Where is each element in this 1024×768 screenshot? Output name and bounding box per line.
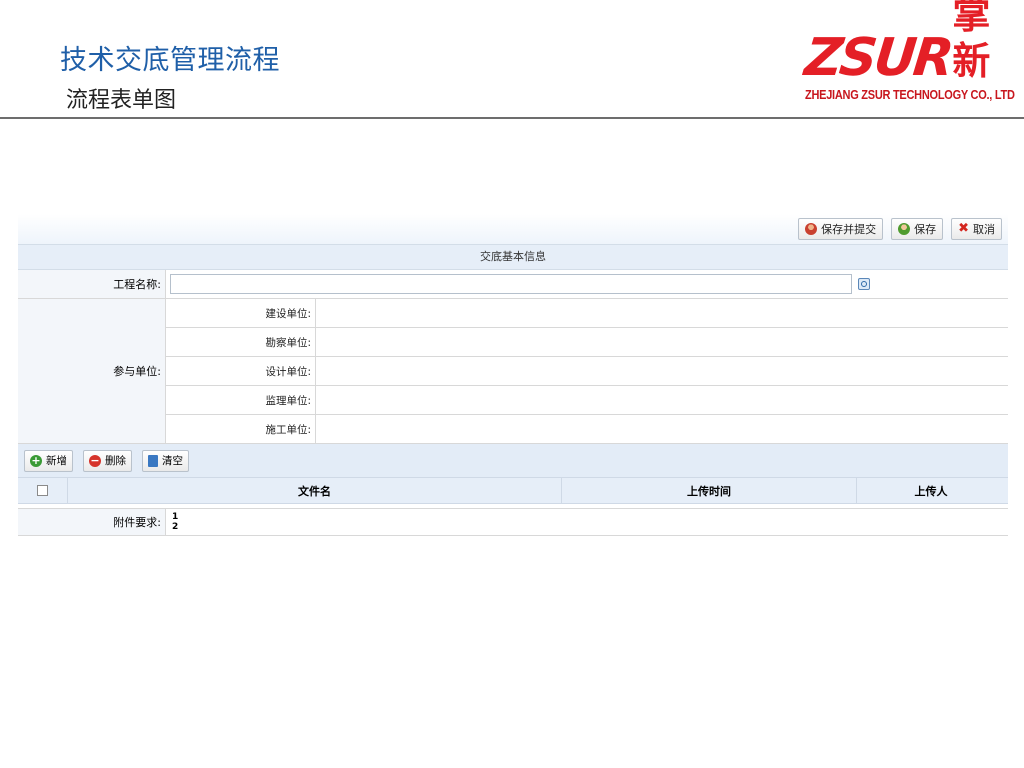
close-icon: ✖ — [958, 221, 969, 236]
participant-row: 勘察单位: — [166, 328, 1008, 357]
participant-value-field[interactable] — [316, 299, 1008, 327]
column-header-filename[interactable]: 文件名 — [68, 478, 562, 503]
attachment-requirements-list: 1 2 — [166, 509, 178, 535]
participant-label: 施工单位: — [166, 415, 316, 443]
participant-row: 施工单位: — [166, 415, 1008, 443]
logo-company-name: ZHEJIANG ZSUR TECHNOLOGY CO., LTD — [805, 88, 1015, 102]
form-panel: 保存并提交 保存 ✖ 取消 交底基本信息 工程名称: 参与单位: 建设单位: 勘… — [18, 214, 1008, 536]
logo-mark: ZSUR 掌新 — [801, 0, 1020, 88]
slide-subtitle: 流程表单图 — [66, 88, 177, 113]
user-red-icon — [805, 223, 818, 235]
save-submit-label: 保存并提交 — [821, 223, 877, 236]
participant-row: 监理单位: — [166, 386, 1008, 415]
project-name-input[interactable] — [170, 274, 852, 294]
clear-button[interactable]: 清空 — [142, 449, 189, 472]
column-header-uploader[interactable]: 上传人 — [857, 478, 1005, 503]
attachment-item: 2 — [172, 522, 179, 532]
attachment-requirements-row: 附件要求: 1 2 — [18, 508, 1008, 536]
save-button[interactable]: 保存 — [891, 218, 944, 240]
minus-icon: − — [89, 453, 101, 467]
save-submit-button[interactable]: 保存并提交 — [798, 218, 884, 240]
logo-latin: ZSUR — [801, 28, 954, 88]
form-toolbar: 保存并提交 保存 ✖ 取消 — [18, 214, 1008, 244]
save-label: 保存 — [914, 223, 937, 236]
slide-title: 技术交底管理流程 — [60, 45, 280, 76]
file-grid-header: 文件名 上传时间 上传人 — [18, 478, 1008, 504]
select-all-cell — [18, 478, 68, 503]
participant-value-field[interactable] — [316, 415, 1008, 443]
file-grid-toolbar: + 新增 − 删除 清空 — [18, 444, 1008, 478]
clear-label: 清空 — [162, 455, 183, 467]
column-header-upload-time[interactable]: 上传时间 — [562, 478, 857, 503]
participant-label: 勘察单位: — [166, 328, 316, 356]
trash-icon — [148, 454, 158, 467]
attachment-item: 1 — [172, 512, 179, 522]
participant-value-field[interactable] — [316, 328, 1008, 356]
add-label: 新增 — [46, 455, 67, 467]
lookup-icon[interactable] — [858, 278, 870, 290]
user-green-icon — [898, 223, 911, 235]
participant-row: 建设单位: — [166, 299, 1008, 328]
project-name-label: 工程名称: — [18, 270, 166, 298]
project-name-cell — [166, 270, 1008, 298]
participants-label: 参与单位: — [18, 299, 166, 443]
participants-section: 参与单位: 建设单位: 勘察单位: 设计单位: 监理单位: 施工单位: — [18, 299, 1008, 444]
attachment-requirements-label: 附件要求: — [18, 509, 166, 535]
company-logo: ZSUR 掌新 ZHEJIANG ZSUR TECHNOLOGY CO., LT… — [801, 0, 1020, 110]
logo-chinese: 掌新 — [952, 0, 991, 83]
participant-value-field[interactable] — [316, 386, 1008, 414]
participant-label: 设计单位: — [166, 357, 316, 385]
add-button[interactable]: + 新增 — [24, 449, 73, 472]
participant-label: 监理单位: — [166, 386, 316, 414]
cancel-label: 取消 — [973, 223, 995, 236]
participant-label: 建设单位: — [166, 299, 316, 327]
section-title: 交底基本信息 — [18, 244, 1008, 270]
participant-value-field[interactable] — [316, 357, 1008, 385]
participant-row: 设计单位: — [166, 357, 1008, 386]
plus-icon: + — [30, 453, 42, 467]
cancel-button[interactable]: ✖ 取消 — [951, 218, 1002, 240]
project-name-row: 工程名称: — [18, 270, 1008, 299]
header-divider — [0, 117, 1024, 119]
select-all-checkbox[interactable] — [37, 485, 48, 496]
delete-button[interactable]: − 删除 — [83, 449, 132, 472]
delete-label: 删除 — [105, 455, 126, 467]
participants-list: 建设单位: 勘察单位: 设计单位: 监理单位: 施工单位: — [166, 299, 1008, 443]
